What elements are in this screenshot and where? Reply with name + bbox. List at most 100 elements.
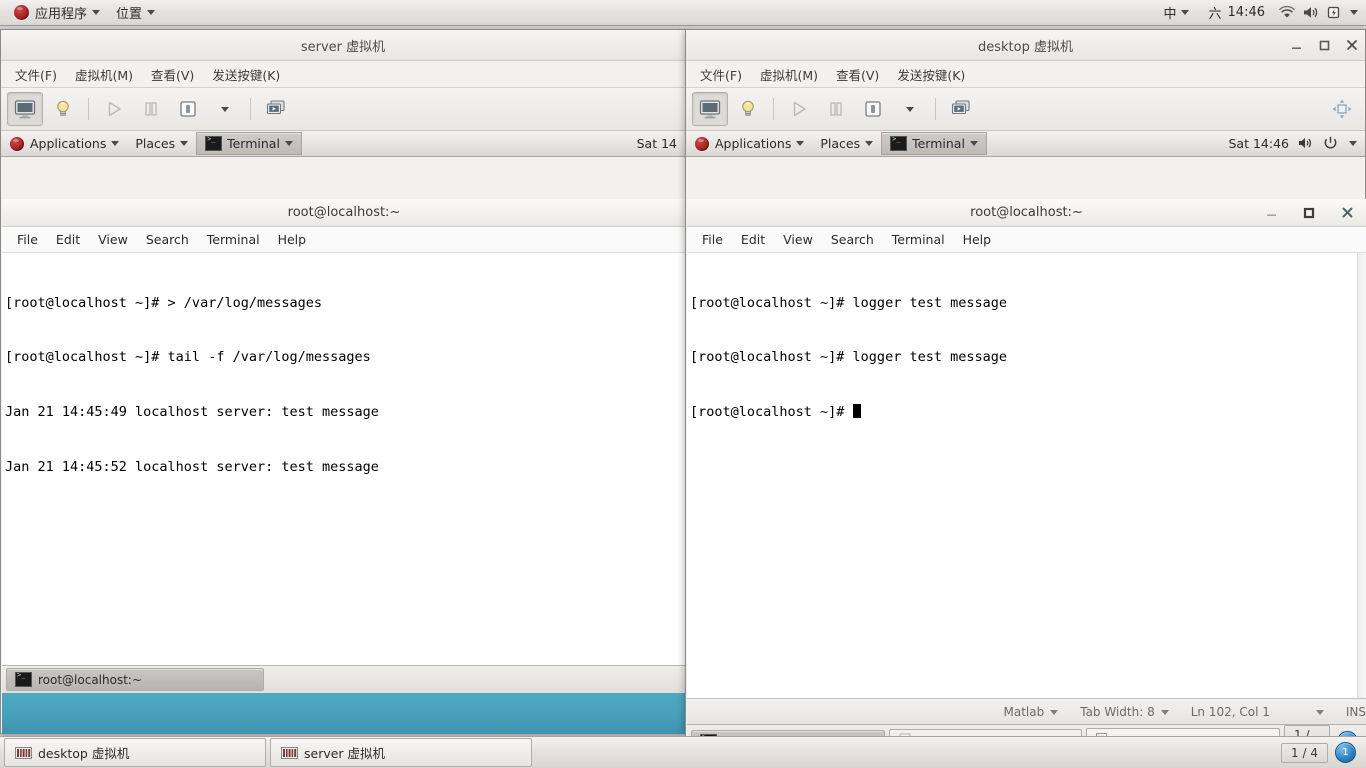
host-taskbar-label: server 虚拟机 — [304, 746, 386, 761]
desktop-terminal-menu-help[interactable]: Help — [954, 229, 1001, 250]
details-bulb-button[interactable] — [731, 93, 765, 125]
virt-manager-icon — [15, 746, 32, 759]
server-terminal-menu-view[interactable]: View — [89, 229, 137, 250]
server-terminal-output[interactable]: [root@localhost ~]# > /var/log/messages … — [2, 253, 686, 673]
desktop-applications-menu[interactable]: Applications — [686, 133, 812, 155]
fedora-logo-icon — [694, 135, 710, 152]
battery-icon[interactable] — [1326, 5, 1344, 21]
statusbar-cursor-position: Ln 102, Col 1 — [1191, 705, 1324, 719]
run-vm-button[interactable] — [782, 93, 816, 125]
host-clock-time: 14:46 — [1227, 5, 1265, 20]
vm-desktop-menu-view[interactable]: 查看(V) — [828, 62, 887, 87]
console-view-button[interactable] — [692, 92, 728, 126]
server-vm-viewport: root@localhost:~ File Edit View Search T… — [2, 199, 686, 734]
vm-server-menu-sendkey[interactable]: 发送按键(K) — [204, 62, 288, 87]
statusbar-language[interactable]: Matlab — [1004, 705, 1059, 719]
vm-server-menu-view[interactable]: 查看(V) — [143, 62, 202, 87]
vm-window-desktop: desktop 虚拟机 文件(F) 虚拟机(M) 查看(V) 发送按键(K) A… — [685, 29, 1366, 737]
chevron-down-icon — [865, 141, 874, 146]
close-icon[interactable] — [1340, 206, 1354, 220]
host-workspace-count[interactable]: 1 / 4 — [1281, 742, 1328, 763]
chevron-down-icon — [1180, 10, 1189, 15]
desktop-terminal-output[interactable]: [root@localhost ~]# logger test message … — [687, 253, 1366, 707]
host-clock[interactable]: 六 14:46 — [1202, 1, 1272, 24]
details-bulb-button[interactable] — [46, 93, 80, 125]
wifi-icon[interactable] — [1278, 5, 1296, 21]
server-applications-menu[interactable]: Applications — [1, 133, 127, 155]
terminal-line: Jan 21 14:45:49 localhost server: test m… — [5, 404, 379, 421]
server-window-list-item-terminal[interactable]: root@localhost:~ — [6, 668, 264, 691]
terminal-scrollbar[interactable] — [1357, 253, 1366, 707]
desktop-terminal-titlebar[interactable]: root@localhost:~ — [687, 199, 1366, 227]
vm-server-title: server 虚拟机 — [300, 39, 386, 55]
server-terminal-menu-terminal[interactable]: Terminal — [198, 229, 269, 250]
shutdown-menu-caret-button[interactable] — [208, 93, 242, 125]
statusbar-tab-width[interactable]: Tab Width: 8 — [1080, 705, 1169, 719]
server-panel-task-terminal[interactable]: Terminal — [196, 132, 302, 155]
chevron-down-icon[interactable] — [1315, 709, 1324, 715]
desktop-terminal-menu-view[interactable]: View — [774, 229, 822, 250]
desktop-terminal-menu-terminal[interactable]: Terminal — [883, 229, 954, 250]
vm-server-menu-file[interactable]: 文件(F) — [7, 62, 65, 87]
input-method-indicator[interactable]: 中 — [1157, 1, 1196, 24]
snapshots-button[interactable] — [259, 93, 293, 125]
host-menu-places[interactable]: 位置 — [109, 1, 162, 24]
host-workspace-badge[interactable]: 1 — [1335, 742, 1356, 763]
close-icon[interactable] — [1345, 38, 1359, 52]
chevron-down-icon[interactable] — [1350, 10, 1358, 15]
minimize-icon[interactable] — [1289, 38, 1303, 52]
fedora-logo-icon — [13, 4, 30, 21]
desktop-panel-task-terminal[interactable]: Terminal — [881, 132, 987, 155]
server-places-label: Places — [135, 136, 176, 151]
maximize-icon[interactable] — [1317, 38, 1331, 52]
vm-desktop-titlebar[interactable]: desktop 虚拟机 — [686, 30, 1365, 61]
server-terminal-menu-search[interactable]: Search — [137, 229, 198, 250]
host-menu-applications[interactable]: 应用程序 — [6, 1, 107, 24]
console-view-button[interactable] — [7, 92, 43, 126]
vm-desktop-menu-vm[interactable]: 虚拟机(M) — [752, 62, 826, 87]
terminal-line: [root@localhost ~]# tail -f /var/log/mes… — [5, 349, 371, 366]
host-taskbar-label: desktop 虚拟机 — [38, 746, 130, 761]
shutdown-vm-button[interactable] — [856, 93, 890, 125]
server-panel-clock[interactable]: Sat 14 — [637, 136, 677, 151]
desktop-terminal-menu-edit[interactable]: Edit — [732, 229, 774, 250]
vm-desktop-menu-sendkey[interactable]: 发送按键(K) — [889, 62, 973, 87]
power-icon[interactable] — [1323, 136, 1341, 152]
desktop-vm-viewport: root@localhost:~ File Edit View Search T… — [687, 199, 1366, 737]
host-taskbar-item-server-vm[interactable]: server 虚拟机 — [270, 738, 532, 767]
statusbar-insert-label: INS — [1345, 705, 1366, 719]
server-terminal-menu-help[interactable]: Help — [269, 229, 316, 250]
desktop-places-menu[interactable]: Places — [812, 133, 881, 154]
snapshots-button[interactable] — [944, 93, 978, 125]
desktop-panel-clock[interactable]: Sat 14:46 — [1229, 136, 1290, 151]
maximize-icon[interactable] — [1302, 206, 1316, 220]
fullscreen-resize-button[interactable] — [1325, 93, 1359, 125]
host-taskbar-item-desktop-vm[interactable]: desktop 虚拟机 — [4, 738, 266, 767]
desktop-terminal-menu-file[interactable]: File — [693, 229, 732, 250]
pause-vm-button[interactable] — [134, 93, 168, 125]
shutdown-menu-caret-button[interactable] — [893, 93, 927, 125]
vm-server-menubar: 文件(F) 虚拟机(M) 查看(V) 发送按键(K) — [1, 61, 685, 88]
toolbar-separator — [250, 98, 251, 120]
vm-desktop-menu-file[interactable]: 文件(F) — [692, 62, 750, 87]
vm-server-menu-vm[interactable]: 虚拟机(M) — [67, 62, 141, 87]
server-desktop-background — [2, 693, 686, 734]
server-terminal-menu-file[interactable]: File — [8, 229, 47, 250]
minimize-icon[interactable] — [1264, 206, 1278, 220]
volume-icon[interactable] — [1297, 136, 1315, 152]
server-terminal-menubar: File Edit View Search Terminal Help — [2, 227, 686, 253]
run-vm-button[interactable] — [97, 93, 131, 125]
volume-icon[interactable] — [1302, 5, 1320, 21]
terminal-icon — [205, 135, 223, 151]
server-places-menu[interactable]: Places — [127, 133, 196, 154]
chevron-down-icon — [1050, 709, 1059, 715]
toolbar-separator — [935, 98, 936, 120]
host-workspace-switcher: 1 / 4 1 — [1281, 742, 1362, 763]
server-terminal-titlebar[interactable]: root@localhost:~ — [2, 199, 686, 227]
desktop-terminal-menu-search[interactable]: Search — [822, 229, 883, 250]
shutdown-vm-button[interactable] — [171, 93, 205, 125]
pause-vm-button[interactable] — [819, 93, 853, 125]
chevron-down-icon[interactable] — [1349, 141, 1357, 146]
server-terminal-menu-edit[interactable]: Edit — [47, 229, 89, 250]
vm-server-titlebar[interactable]: server 虚拟机 — [1, 30, 685, 61]
